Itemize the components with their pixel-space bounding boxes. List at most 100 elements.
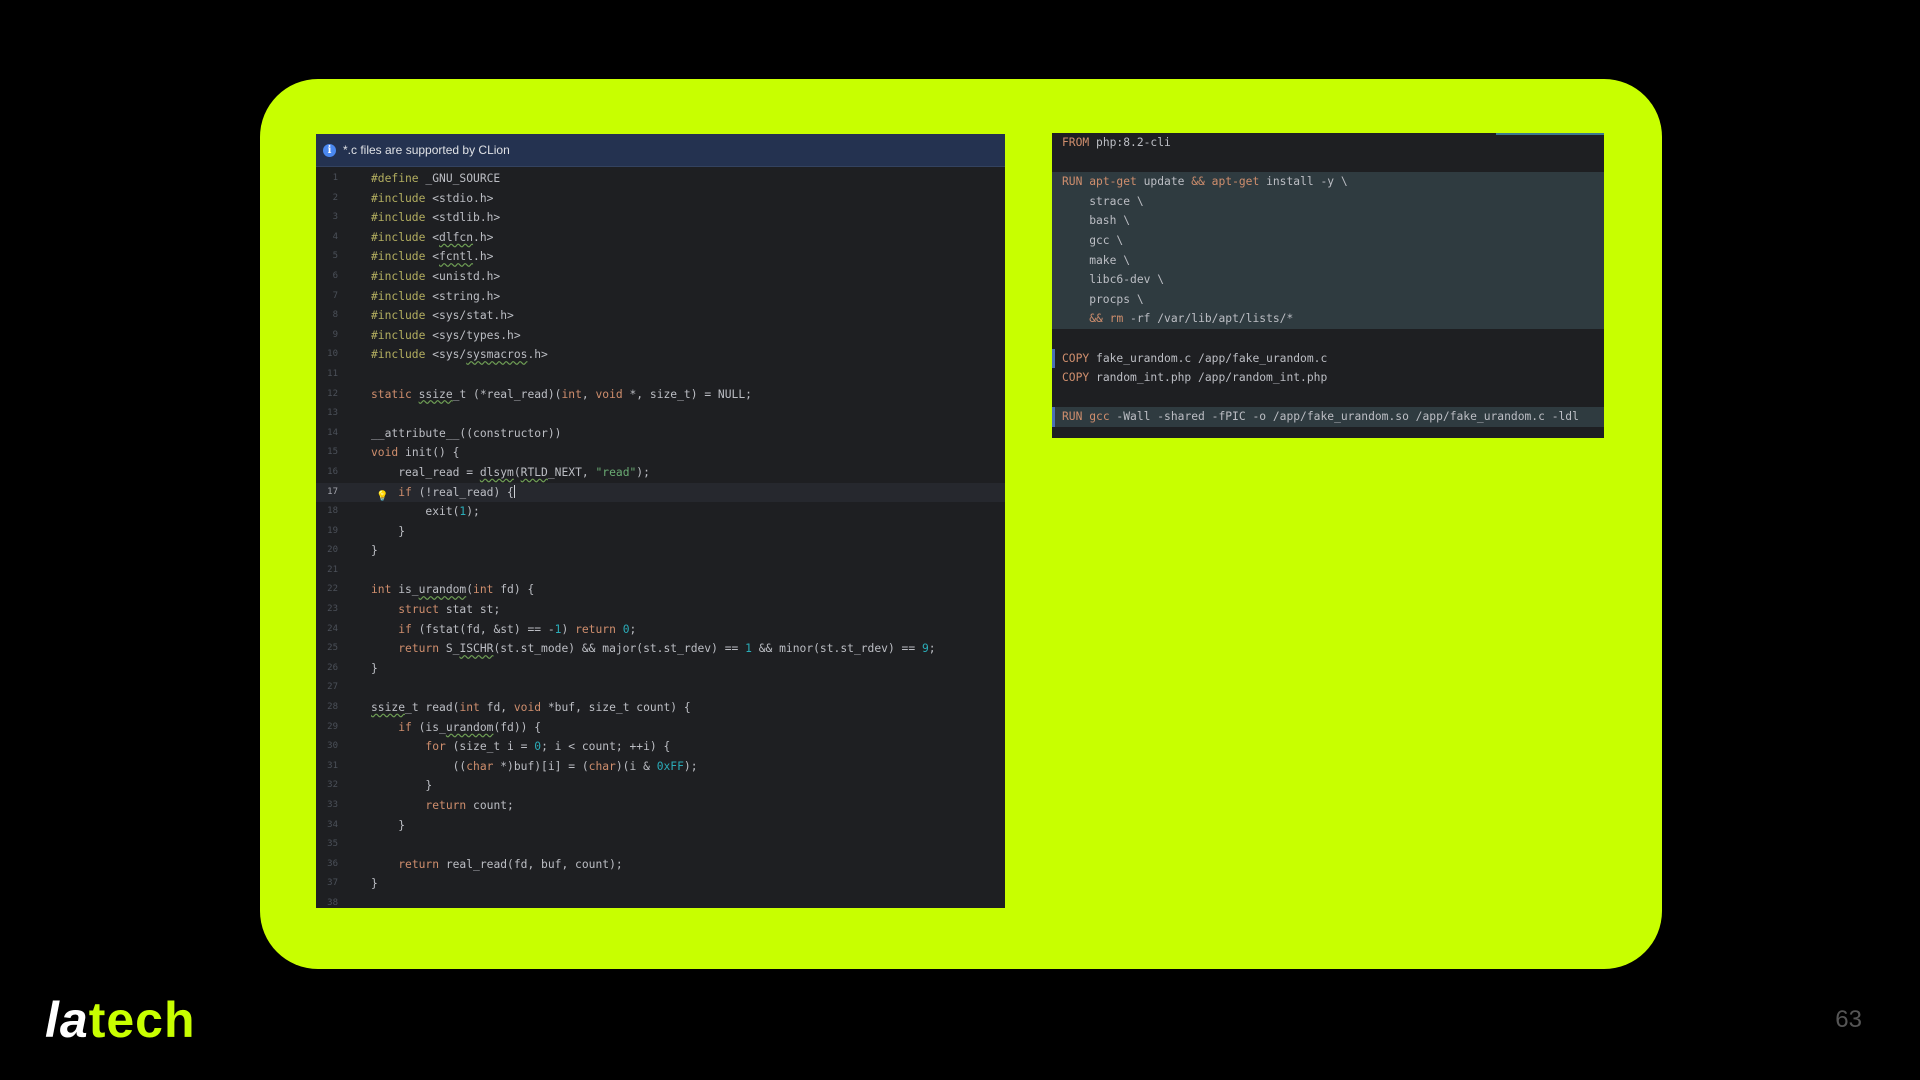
- code-line[interactable]: 18 exit(1);: [316, 502, 1005, 522]
- dockerfile-line[interactable]: bash \: [1052, 211, 1604, 231]
- line-number: 34: [327, 819, 338, 830]
- code-line[interactable]: 9 #include <sys/types.h>: [316, 326, 1005, 346]
- code-line[interactable]: 35: [316, 835, 1005, 855]
- code-line[interactable]: 10 #include <sys/sysmacros.h>: [316, 345, 1005, 365]
- code-text: #include <fcntl.h>: [371, 250, 494, 264]
- code-line[interactable]: 37}: [316, 874, 1005, 894]
- code-line[interactable]: 3 #include <stdlib.h>: [316, 208, 1005, 228]
- code-text: ((char *)buf)[i] = (char)(i & 0xFF);: [371, 759, 698, 773]
- line-number: 2: [332, 192, 338, 203]
- dockerfile-line[interactable]: && rm -rf /var/lib/apt/lists/*: [1052, 309, 1604, 329]
- page-number: 63: [1835, 1006, 1862, 1033]
- line-number: 14: [327, 427, 338, 438]
- code-text: #define _GNU_SOURCE: [371, 172, 501, 185]
- dockerfile-line[interactable]: FROM php:8.2-cli: [1052, 133, 1604, 153]
- dockerfile-line[interactable]: [1052, 153, 1604, 173]
- code-line[interactable]: 34 }: [316, 816, 1005, 836]
- code-line[interactable]: 21: [316, 561, 1005, 581]
- code-text: return count;: [425, 799, 514, 812]
- code-line[interactable]: 36 return real_read(fd, buf, count);: [316, 855, 1005, 875]
- code-text: __attribute__((constructor)): [371, 426, 562, 440]
- code-text: #include <stdlib.h>: [371, 211, 501, 225]
- dockerfile-line[interactable]: procps \: [1052, 289, 1604, 310]
- ide-editor-panel: i *.c files are supported by CLion 1 #def…: [316, 134, 1005, 908]
- code-text: #include <sys/stat.h>: [371, 309, 514, 323]
- code-text: int is_urandom(int fd) {: [371, 583, 535, 597]
- c-source-code[interactable]: 1 #define _GNU_SOURCE 2 #include <stdio.h> 3…: [316, 167, 1005, 908]
- code-text: }: [371, 818, 406, 832]
- dockerfile-line[interactable]: make \: [1052, 250, 1604, 271]
- line-number: 17: [327, 486, 338, 497]
- code-line[interactable]: 31 ((char *)buf)[i] = (char)(i & 0xFF);: [316, 757, 1005, 777]
- code-line[interactable]: 5 #include <fcntl.h>: [316, 247, 1005, 267]
- code-line[interactable]: 8 #include <sys/stat.h>: [316, 306, 1005, 326]
- line-number: 32: [327, 780, 338, 791]
- code-line[interactable]: 38: [316, 894, 1005, 908]
- code-text: real_read = dlsym(RTLD_NEXT, "read");: [371, 465, 650, 479]
- dockerfile-line[interactable]: COPY random_int.php /app/random_int.php: [1052, 368, 1604, 388]
- code-text: if (is_urandom(fd)) {: [398, 720, 542, 734]
- line-number: 27: [327, 682, 338, 693]
- dockerfile-line[interactable]: libc6-dev \: [1052, 270, 1604, 290]
- line-number: 3: [332, 212, 338, 223]
- code-line[interactable]: 7 #include <string.h>: [316, 287, 1005, 307]
- code-line[interactable]: 11: [316, 365, 1005, 385]
- code-line[interactable]: 1 #define _GNU_SOURCE: [316, 169, 1005, 189]
- code-text: for (size_t i = 0; i < count; ++i) {: [425, 740, 671, 754]
- dockerfile-line[interactable]: COPY fake_urandom.c /app/fake_urandom.c: [1052, 348, 1604, 369]
- line-number: 16: [327, 466, 338, 477]
- code-line[interactable]: 30 for (size_t i = 0; i < count; ++i) {: [316, 737, 1005, 757]
- code-text: exit(1);: [371, 505, 480, 519]
- line-number: 1: [332, 173, 338, 183]
- code-line[interactable]: 33 return count;: [316, 796, 1005, 816]
- line-number: 36: [327, 858, 338, 869]
- line-number: 9: [332, 329, 338, 340]
- dockerfile-line[interactable]: [1052, 329, 1604, 349]
- code-line[interactable]: 32 }: [316, 776, 1005, 796]
- code-line[interactable]: 19 }: [316, 522, 1005, 542]
- code-line[interactable]: 17 💡 if (!real_read) {: [316, 482, 1005, 503]
- code-line[interactable]: 24 if (fstat(fd, &st) == -1) return 0;: [316, 620, 1005, 640]
- code-text: #include <sys/types.h>: [371, 328, 521, 342]
- dockerfile-line[interactable]: [1052, 388, 1604, 408]
- code-line[interactable]: 26}: [316, 659, 1005, 679]
- line-number: 10: [327, 349, 338, 360]
- code-line[interactable]: 29 if (is_urandom(fd)) {: [316, 718, 1005, 738]
- line-number: 33: [327, 800, 338, 810]
- code-line[interactable]: 4 #include <dlfcn.h>: [316, 228, 1005, 248]
- logo-part-la: la: [45, 992, 89, 1048]
- line-number: 7: [332, 290, 338, 301]
- code-line[interactable]: 27: [316, 678, 1005, 698]
- code-text: return S_ISCHR(st.st_mode) && major(st.s…: [398, 642, 936, 656]
- logo-part-tech: tech: [88, 992, 196, 1048]
- line-number: 28: [327, 702, 338, 713]
- code-line[interactable]: 28 ssize_t read(int fd, void *buf, size_t…: [316, 698, 1005, 718]
- dockerfile-line[interactable]: RUN gcc -Wall -shared -fPIC -o /app/fake…: [1052, 407, 1604, 427]
- line-number: 15: [327, 447, 338, 458]
- dockerfile-line[interactable]: RUN apt-get update && apt-get install -y…: [1052, 172, 1604, 192]
- line-number: 31: [327, 760, 338, 771]
- line-number: 18: [327, 506, 338, 517]
- code-text: ssize_t read(int fd, void *buf, size_t c…: [371, 701, 691, 715]
- code-line[interactable]: 6 #include <unistd.h>: [316, 267, 1005, 287]
- dockerfile-code[interactable]: FROM php:8.2-cli RUN apt-get update && ap…: [1052, 133, 1604, 427]
- code-line[interactable]: 15 void init() {: [316, 443, 1005, 463]
- code-line[interactable]: 25 return S_ISCHR(st.st_mode) && major(s…: [316, 639, 1005, 659]
- code-line[interactable]: 12 static ssize_t (*real_read)(int, void …: [316, 385, 1005, 405]
- code-line[interactable]: 16 real_read = dlsym(RTLD_NEXT, "read");: [316, 463, 1005, 483]
- code-line[interactable]: 23 struct stat st;: [316, 600, 1005, 620]
- line-number: 21: [327, 564, 338, 575]
- dockerfile-line[interactable]: strace \: [1052, 191, 1604, 212]
- line-number: 26: [327, 662, 338, 673]
- code-line[interactable]: 22 int is_urandom(int fd) {: [316, 580, 1005, 600]
- dockerfile-line[interactable]: gcc \: [1052, 230, 1604, 251]
- clion-support-banner: i *.c files are supported by CLion: [316, 134, 1005, 167]
- code-line[interactable]: 20}: [316, 541, 1005, 561]
- code-line[interactable]: 14 __attribute__((constructor)): [316, 424, 1005, 444]
- code-text: return real_read(fd, buf, count);: [398, 857, 623, 871]
- line-number: 11: [327, 368, 338, 379]
- code-text: void init() {: [371, 446, 460, 460]
- code-line[interactable]: 2 #include <stdio.h>: [316, 189, 1005, 209]
- code-line[interactable]: 13: [316, 404, 1005, 424]
- code-text: static ssize_t (*real_read)(int, void *,…: [371, 387, 752, 401]
